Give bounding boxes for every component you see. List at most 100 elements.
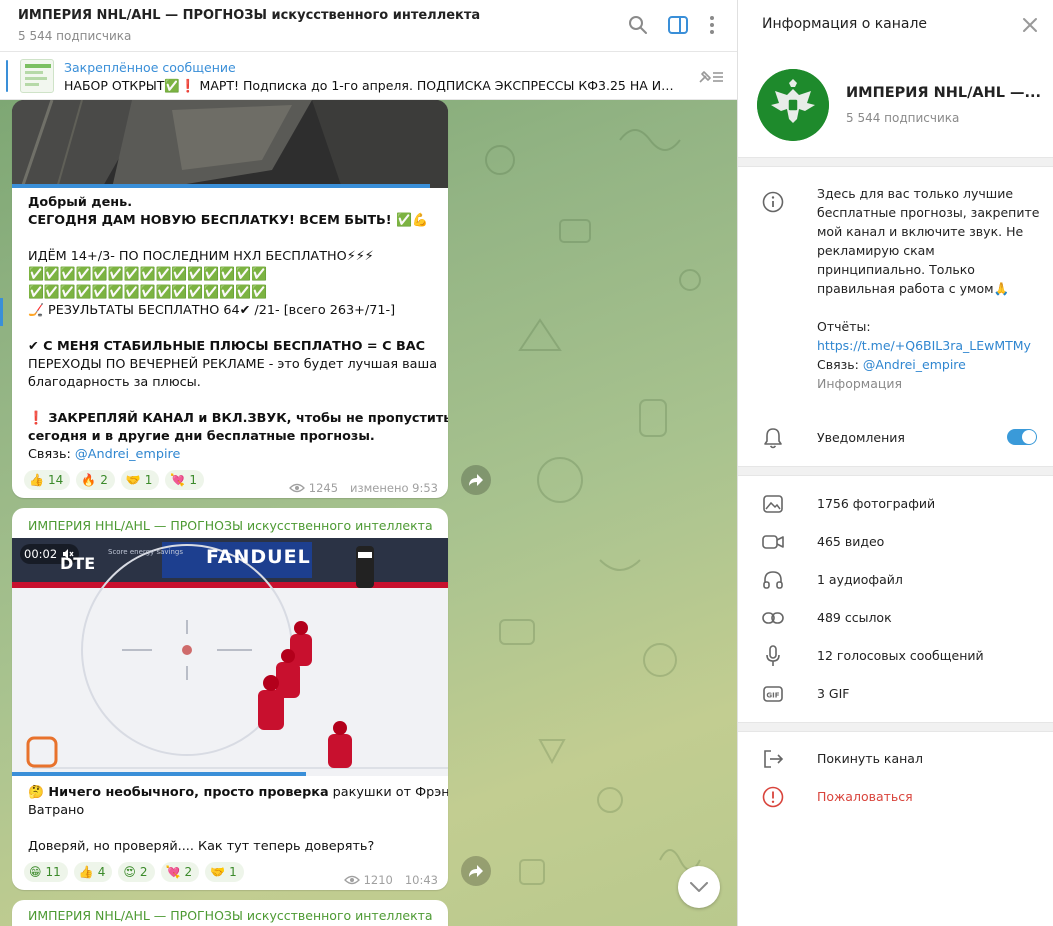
view-count: 1210 bbox=[363, 873, 393, 887]
reaction-handshake[interactable]: 🤝 1 bbox=[120, 470, 160, 490]
message-author[interactable]: ИМПЕРИЯ NHL/AHL — ПРОГНОЗЫ искусственног… bbox=[12, 900, 448, 923]
microphone-icon bbox=[762, 645, 784, 667]
pinned-indicator bbox=[6, 60, 8, 92]
msg-line: Ватрано bbox=[28, 803, 85, 818]
reaction-emoji: 👍 bbox=[78, 865, 94, 879]
reaction-emoji: 💘 bbox=[170, 473, 186, 487]
chevron-down-icon bbox=[690, 882, 708, 892]
chat-title[interactable]: ИМПЕРИЯ NHL/AHL — ПРОГНОЗЫ искусственног… bbox=[18, 8, 480, 23]
reaction-heart-arrow[interactable]: 💘 2 bbox=[160, 862, 200, 882]
info-header-title: Информация о канале bbox=[762, 16, 928, 32]
views-eye-icon bbox=[288, 483, 305, 493]
reaction-grin[interactable]: 😁 11 bbox=[24, 862, 68, 882]
reaction-emoji: 💘 bbox=[165, 865, 181, 879]
chat-header[interactable]: ИМПЕРИЯ NHL/AHL — ПРОГНОЗЫ искусственног… bbox=[0, 0, 737, 52]
reaction-heart-arrow[interactable]: 💘 1 bbox=[165, 470, 205, 490]
close-icon[interactable] bbox=[1020, 15, 1040, 35]
reaction-emoji: 👍 bbox=[29, 473, 44, 487]
chat-subscriber-count: 5 544 подписчика bbox=[18, 29, 132, 43]
desc-line: правильная работа с умом🙏 bbox=[817, 281, 1010, 296]
channel-subscriber-count: 5 544 подписчика bbox=[846, 111, 960, 125]
leave-channel-button[interactable]: Покинуть канал bbox=[817, 751, 923, 766]
bell-icon bbox=[762, 427, 784, 449]
contact-link[interactable]: @Andrei_empire bbox=[75, 447, 180, 462]
view-count: 1245 bbox=[308, 481, 339, 495]
message-1-image[interactable] bbox=[12, 100, 448, 188]
media-voice[interactable]: 12 голосовых сообщений bbox=[817, 648, 984, 663]
msg-line: 🤔 Ничего необычного, просто проверка bbox=[28, 785, 329, 800]
msg-line: ✔ С МЕНЯ СТАБИЛЬНЫЕ ПЛЮСЫ БЕСПЛАТНО = С … bbox=[28, 339, 425, 354]
channel-description: Здесь для вас только лучшие бесплатные п… bbox=[817, 184, 1040, 393]
reaction-fire[interactable]: 🔥 2 bbox=[76, 470, 115, 490]
msg-checks-row: ✅✅✅✅✅✅✅✅✅✅✅✅✅✅✅ bbox=[28, 285, 268, 300]
channel-avatar[interactable] bbox=[757, 69, 829, 141]
reaction-thumbs-up[interactable]: 👍 4 bbox=[73, 862, 113, 882]
sidebar-toggle-icon[interactable] bbox=[667, 14, 689, 36]
forward-icon bbox=[469, 474, 483, 486]
media-links[interactable]: 489 ссылок bbox=[817, 610, 892, 625]
eagle-emblem-icon bbox=[757, 69, 829, 141]
chat-pane: ИМПЕРИЯ NHL/AHL — ПРОГНОЗЫ искусственног… bbox=[0, 0, 737, 926]
reaction-count: 4 bbox=[97, 865, 106, 879]
more-menu-icon[interactable] bbox=[701, 14, 723, 36]
msg-blank bbox=[28, 392, 436, 410]
reports-label: Отчёты: bbox=[817, 319, 871, 334]
desc-line: Здесь для вас только лучшие bbox=[817, 186, 1014, 201]
forward-icon bbox=[469, 865, 483, 877]
forward-button[interactable] bbox=[461, 465, 491, 495]
info-caption: Информация bbox=[817, 376, 903, 391]
gif-icon: GIF bbox=[762, 683, 784, 705]
scroll-accent bbox=[0, 298, 3, 326]
message-2-text: 🤔 Ничего необычного, просто проверка рак… bbox=[12, 776, 448, 856]
pinned-thumbnail bbox=[20, 59, 54, 93]
message-author[interactable]: ИМПЕРИЯ НHL/AHL — ПРОГНОЗЫ искусственног… bbox=[12, 508, 448, 538]
message-1[interactable]: Добрый день. СЕГОДНЯ ДАМ НОВУЮ БЕСПЛАТКУ… bbox=[12, 100, 448, 498]
msg-blank bbox=[28, 820, 436, 838]
desc-line: бесплатные прогнозы, закрепите bbox=[817, 205, 1040, 220]
report-icon bbox=[762, 786, 784, 808]
msg-line: благодарность за плюсы. bbox=[28, 375, 201, 390]
svg-text:GIF: GIF bbox=[766, 692, 779, 700]
message-2[interactable]: ИМПЕРИЯ НHL/AHL — ПРОГНОЗЫ искусственног… bbox=[12, 508, 448, 890]
msg-checks-row: ✅✅✅✅✅✅✅✅✅✅✅✅✅✅✅ bbox=[28, 267, 268, 282]
msg-line: ИДЁМ 14+/3- ПО ПОСЛЕДНИМ НХЛ БЕСПЛАТНО⚡⚡… bbox=[28, 249, 374, 264]
report-button[interactable]: Пожаловаться bbox=[817, 789, 913, 804]
info-icon bbox=[762, 191, 784, 213]
channel-name: ИМПЕРИЯ NHL/AHL —... bbox=[846, 85, 1042, 101]
pinned-list-icon[interactable] bbox=[696, 66, 726, 88]
forward-button[interactable] bbox=[461, 856, 491, 886]
search-icon[interactable] bbox=[627, 14, 649, 36]
reaction-handshake[interactable]: 🤝 1 bbox=[205, 862, 244, 882]
message-2-video[interactable]: 00:02 FANDUEL DTE Score energy savings bbox=[12, 538, 448, 776]
reaction-emoji: 😍 bbox=[123, 865, 136, 879]
desc-line: мой канал и включите звук. Не bbox=[817, 224, 1024, 239]
msg-line: ракушки от Фрэнка bbox=[332, 785, 448, 800]
message-time: изменено 9:53 bbox=[350, 481, 438, 495]
reaction-count: 2 bbox=[100, 473, 108, 487]
media-gifs[interactable]: 3 GIF bbox=[817, 686, 850, 701]
message-2-reactions: 😁 11 👍 4 😍 2 💘 2 🤝 1 bbox=[24, 862, 244, 882]
msg-contact-line: Связь: @Andrei_empire bbox=[28, 446, 436, 464]
arena-board-text: DTE bbox=[60, 554, 96, 573]
reaction-count: 11 bbox=[45, 865, 61, 879]
pinned-message-bar[interactable]: Закреплённое сообщение НАБОР ОТКРЫТ✅❗ МА… bbox=[0, 52, 737, 100]
reaction-thumbs-up[interactable]: 👍 14 bbox=[24, 470, 71, 490]
reaction-heart-eyes[interactable]: 😍 2 bbox=[118, 862, 155, 882]
scroll-down-button[interactable] bbox=[678, 866, 720, 908]
notifications-toggle[interactable] bbox=[1007, 429, 1037, 445]
media-photos[interactable]: 1756 фотографий bbox=[817, 496, 935, 511]
media-videos[interactable]: 465 видео bbox=[817, 534, 884, 549]
media-audio[interactable]: 1 аудиофайл bbox=[817, 572, 903, 587]
link-icon bbox=[762, 607, 784, 629]
msg-line: Доверяй, но проверяй.... Как тут теперь … bbox=[28, 839, 375, 854]
reaction-emoji: 🤝 bbox=[210, 865, 226, 879]
msg-line: Добрый день. bbox=[28, 195, 133, 210]
contact-link[interactable]: @Andrei_empire bbox=[863, 357, 966, 372]
message-3[interactable]: ИМПЕРИЯ NHL/AHL — ПРОГНОЗЫ искусственног… bbox=[12, 900, 448, 926]
video-progress-bar[interactable] bbox=[12, 772, 306, 776]
pinned-text: НАБОР ОТКРЫТ✅❗ МАРТ! Подписка до 1-го ап… bbox=[64, 78, 676, 93]
reaction-count: 2 bbox=[139, 865, 148, 879]
reports-link[interactable]: https://t.me/+Q6BIL3ra_LEwMTMy bbox=[817, 336, 1037, 355]
section-divider bbox=[738, 466, 1053, 476]
msg-contact-label: Связь: bbox=[28, 447, 75, 462]
